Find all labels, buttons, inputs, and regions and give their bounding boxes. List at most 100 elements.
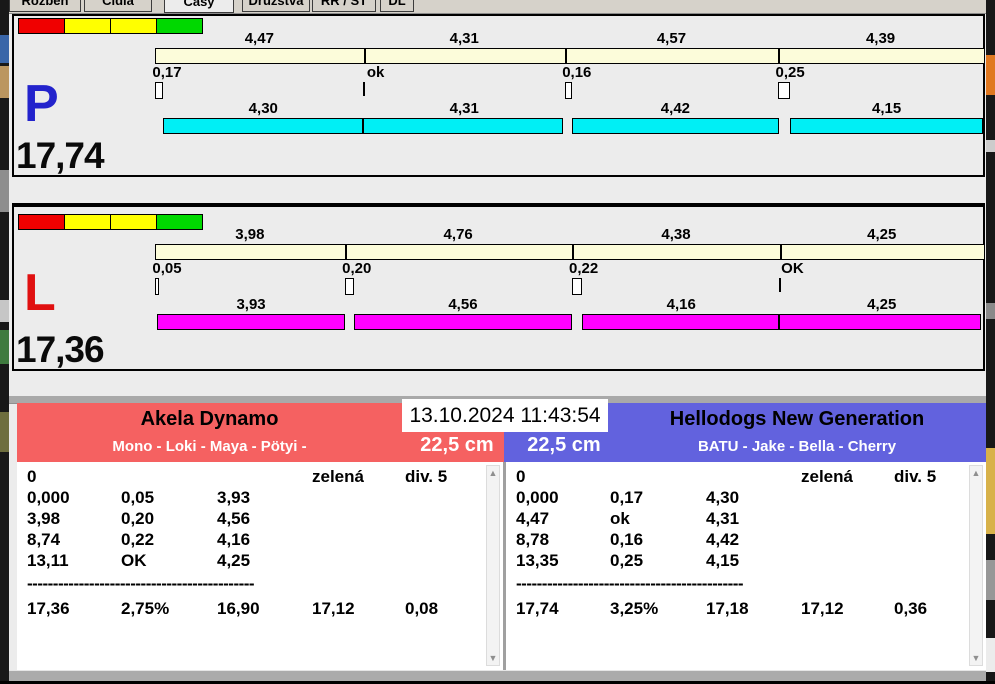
team-left-row4-col3: 4,25: [217, 551, 251, 570]
lane-p-top-split-label-2: 4,31: [449, 30, 479, 47]
team-right-totals-col2: 3,25%: [610, 599, 659, 618]
team-right-row1-col3: 4,30: [706, 488, 740, 507]
team-right-row2-col3: 4,31: [706, 509, 740, 528]
timing-app-window: Rozběh Čidla Časy Družstva RR / ST DL P 17,74 4…: [9, 0, 986, 682]
team-left-name-block: Akela Dynamo Mono - Loki - Maya - Pötyi -: [17, 403, 402, 459]
team-right-row3-col3: 4,42: [706, 530, 740, 549]
lane-p-reference-bar: [155, 48, 985, 64]
team-right-row2-col2: ok: [610, 509, 630, 528]
desktop-blob: [986, 448, 995, 534]
lane-p-fault-label-3: 0,16: [562, 64, 592, 81]
tab-rr-st[interactable]: RR / ST: [312, 0, 376, 12]
lane-l-run-split-label-1: 3,93: [236, 296, 266, 313]
lane-l-status-square-4: [156, 214, 203, 230]
team-right-row1-col1: 0,000: [516, 488, 559, 507]
team-left-table-scrollbar[interactable]: ▲ ▼: [486, 465, 500, 666]
tables-divider: [503, 462, 506, 670]
lane-l-ok-mark-4: [779, 278, 782, 292]
lane-l-fault-box-1: [155, 278, 159, 295]
team-left-results-table[interactable]: 0 zelená div. 5 0,000 0,05 3,93 3,98 0,20 4,56 8,…: [17, 462, 503, 670]
lane-p-run-segment-2: [361, 118, 563, 134]
tab-dru-stva[interactable]: Družstva: [242, 0, 310, 12]
lane-l-fault-label-3: 0,22: [569, 260, 599, 277]
team-left-row2-col1: 3,98: [27, 509, 61, 528]
team-left-row3-col3: 4,16: [217, 530, 251, 549]
desktop-blob: [0, 300, 9, 322]
lane-p-total-time: 17,74: [16, 135, 105, 176]
app-screen: Rozběh Čidla Časy Družstva RR / ST DL P 17,74 4…: [0, 0, 995, 684]
lane-l-reference-bar-divider-3: [780, 245, 783, 259]
lane-p-run-split-label-1: 4,30: [248, 100, 278, 117]
desktop-blob: [0, 66, 9, 98]
lane-p-fault-label-2: ok: [366, 64, 385, 81]
desktop-blob: [986, 55, 995, 95]
team-left-dogs: Mono - Loki - Maya - Pötyi -: [112, 438, 307, 455]
team-right-header-col5: div. 5: [894, 467, 937, 486]
team-left-row4-col1: 13,11: [27, 551, 69, 570]
lane-p-status-square-2: [64, 18, 111, 34]
team-left-name: Akela Dynamo: [140, 408, 279, 430]
lane-l-fault-box-3: [571, 278, 583, 295]
lane-l-run-split-label-4: 4,25: [867, 296, 897, 313]
lane-l-total-time: 17,36: [16, 329, 105, 370]
tab-asy[interactable]: Časy: [164, 0, 234, 13]
team-right-totals-col5: 0,36: [894, 599, 928, 618]
tab-idla[interactable]: Čidla: [84, 0, 152, 12]
team-right-row4-col1: 13,35: [516, 551, 559, 570]
team-right-totals-col3: 17,18: [706, 599, 749, 618]
team-right-name: Hellodogs New Generation: [669, 408, 925, 430]
lane-l-status-square-2: [64, 214, 111, 230]
team-left-row2-col2: 0,20: [121, 509, 155, 528]
team-left-hurdle-height: 22,5 cm: [420, 434, 494, 456]
lane-p-reference-bar-divider-1: [363, 49, 366, 63]
team-right-row4-col2: 0,25: [610, 551, 644, 570]
team-right-header-col4: zelená: [801, 467, 853, 486]
scroll-down-arrow[interactable]: ▼: [487, 651, 499, 665]
desktop-blob: [0, 35, 9, 63]
team-right-table-scrollbar[interactable]: ▲ ▼: [969, 465, 983, 666]
team-right-header-col1: 0: [516, 467, 526, 486]
lane-l-status-square-3: [110, 214, 157, 230]
team-left-separator: ----------------------------------------…: [27, 574, 255, 593]
lane-p-run-split-label-3: 4,42: [660, 100, 691, 117]
tab-rozb-h[interactable]: Rozběh: [9, 0, 81, 12]
team-left-totals-col5: 0,08: [405, 599, 439, 618]
scroll-up-arrow[interactable]: ▲: [487, 466, 499, 480]
tab-bar: Rozběh Čidla Časy Družstva RR / ST DL: [9, 0, 986, 14]
team-right-results-table[interactable]: 0 zelená div. 5 0,000 0,17 4,30 4,47 ok 4,31 8,78…: [506, 462, 986, 670]
lane-l-run-split-label-2: 4,56: [448, 296, 478, 313]
lane-p-run-split-label-4: 4,15: [872, 100, 902, 117]
team-right-separator: ----------------------------------------…: [516, 574, 744, 593]
scroll-down-arrow[interactable]: ▼: [970, 651, 982, 665]
desktop-blob: [0, 412, 9, 452]
team-left-row3-col2: 0,22: [121, 530, 155, 549]
lane-l-run-segment-1: [157, 314, 345, 330]
lane-l-top-split-label-2: 4,76: [443, 226, 473, 243]
team-right-dogs: BATU - Jake - Bella - Cherry: [697, 438, 897, 455]
team-left-totals-col1: 17,36: [27, 599, 70, 618]
lane-l-top-split-label-3: 4,38: [661, 226, 691, 243]
team-left-totals-col2: 2,75%: [121, 599, 170, 618]
lane-p-status-square-1: [18, 18, 65, 34]
lane-l-reference-bar-divider-1: [344, 245, 347, 259]
scroll-up-arrow[interactable]: ▲: [970, 466, 982, 480]
desktop-blob: [986, 560, 995, 600]
lane-p-run-segment-1: [162, 118, 364, 134]
team-left-row1-col3: 3,93: [217, 488, 251, 507]
tab-dl[interactable]: DL: [380, 0, 414, 12]
desktop-blob: [986, 638, 995, 672]
team-left-row2-col3: 4,56: [217, 509, 251, 528]
lane-panel-p: P 17,74 4,47 4,31 4,57 4,39 0,17 ok 0,16 0,25 4,30…: [12, 14, 985, 177]
lane-panel-l: L 17,36 3,98 4,76 4,38 4,25 0,05 0,20 0,22 OK 3,93…: [12, 203, 985, 371]
lane-l-reference-bar: [155, 244, 985, 260]
lane-p-run-split-label-2: 4,31: [449, 100, 479, 117]
team-right-row4-col3: 4,15: [706, 551, 740, 570]
team-right-totals-col1: 17,74: [516, 599, 559, 618]
lane-l-fault-label-4: OK: [781, 260, 804, 277]
lane-l-fault-box-2: [344, 278, 355, 295]
lane-l-status-square-1: [18, 214, 65, 230]
team-left-row4-col2: OK: [121, 551, 147, 570]
lane-p-run-segment-3: [572, 118, 779, 134]
lane-p-fault-label-4: 0,25: [775, 64, 805, 81]
desktop-blob: [986, 140, 995, 152]
